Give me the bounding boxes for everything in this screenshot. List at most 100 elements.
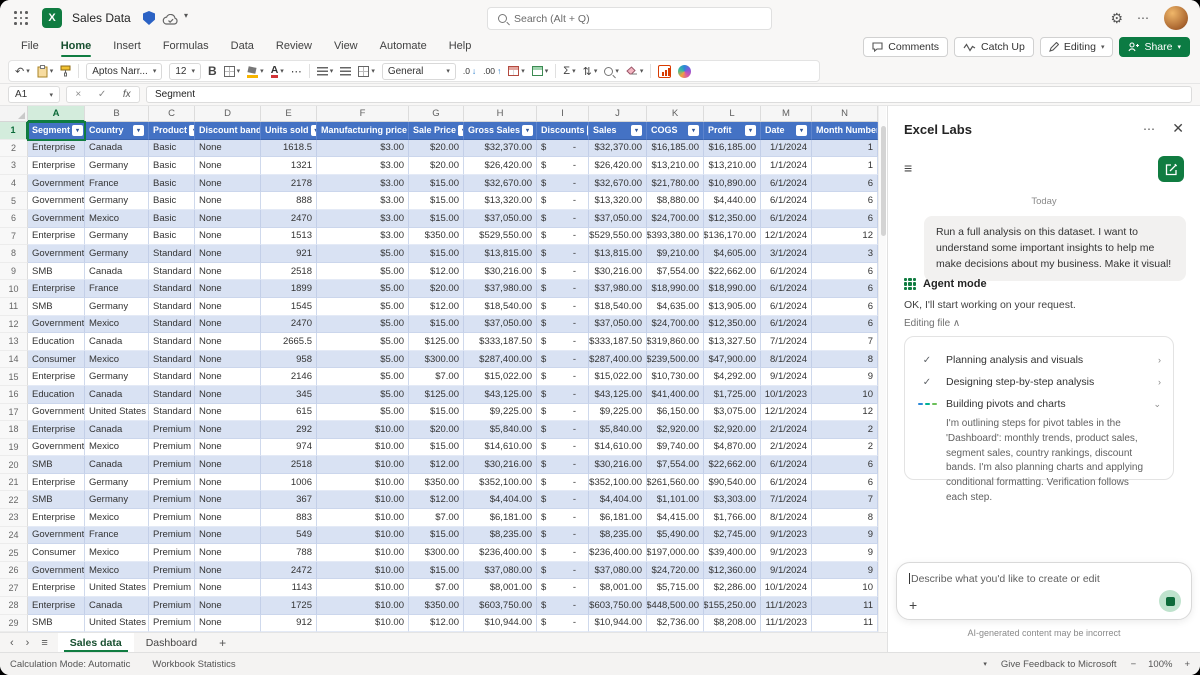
cell[interactable]: 2472: [261, 561, 317, 580]
title-chevron-icon[interactable]: ▾: [184, 11, 188, 20]
cell[interactable]: 12/1/2024: [761, 227, 812, 246]
cell[interactable]: Germany: [85, 297, 149, 316]
cell[interactable]: 912: [261, 614, 317, 632]
cell[interactable]: $15.00: [409, 209, 464, 228]
row-header-9[interactable]: 9: [0, 262, 28, 281]
cell[interactable]: $39,400.00: [704, 544, 761, 562]
cell[interactable]: $32,670.00: [589, 174, 647, 193]
cell[interactable]: $3,303.00: [704, 491, 761, 510]
cell[interactable]: Premium: [149, 438, 195, 457]
cell[interactable]: $18,990.00: [647, 280, 704, 298]
cell[interactable]: 7: [812, 491, 878, 510]
prev-sheet-icon[interactable]: ‹: [10, 637, 14, 649]
cell[interactable]: France: [85, 526, 149, 545]
cell[interactable]: Canada: [85, 597, 149, 615]
cell[interactable]: $15.00: [409, 526, 464, 545]
cell[interactable]: None: [195, 579, 261, 598]
cell[interactable]: Standard: [149, 315, 195, 334]
cell[interactable]: 6: [812, 315, 878, 334]
cell[interactable]: $236,400.00: [589, 544, 647, 562]
cell[interactable]: Government: [28, 192, 85, 210]
cell[interactable]: 6/1/2024: [761, 473, 812, 492]
cell[interactable]: $5,840.00: [589, 421, 647, 439]
cell[interactable]: $12.00: [409, 614, 464, 632]
undo-button[interactable]: ↶ ▾: [15, 65, 30, 78]
cell[interactable]: None: [195, 297, 261, 316]
cell[interactable]: None: [195, 227, 261, 246]
row-header-21[interactable]: 21: [0, 473, 28, 492]
cell[interactable]: $15.00: [409, 245, 464, 263]
cell[interactable]: $10.00: [317, 579, 409, 598]
filter-button[interactable]: ▾: [745, 124, 756, 136]
cell[interactable]: $10.00: [317, 597, 409, 615]
header-cell[interactable]: Sales ▾: [589, 122, 647, 140]
cell[interactable]: $9,740.00: [647, 438, 704, 457]
cell[interactable]: $529,550.00: [464, 227, 537, 246]
cell[interactable]: $ -: [537, 139, 589, 158]
cell[interactable]: Enterprise: [28, 473, 85, 492]
cell[interactable]: $ -: [537, 421, 589, 439]
cell[interactable]: $7.00: [409, 579, 464, 598]
cell[interactable]: $319,860.00: [647, 333, 704, 351]
cell[interactable]: SMB: [28, 491, 85, 510]
row-header-29[interactable]: 29: [0, 614, 28, 632]
cell[interactable]: $ -: [537, 333, 589, 351]
cell[interactable]: Basic: [149, 209, 195, 228]
cell[interactable]: 11: [812, 614, 878, 632]
cell[interactable]: 6: [812, 456, 878, 474]
cell[interactable]: Government: [28, 315, 85, 334]
row-header-17[interactable]: 17: [0, 403, 28, 422]
cell[interactable]: $603,750.00: [464, 597, 537, 615]
next-sheet-icon[interactable]: ›: [26, 637, 30, 649]
cell[interactable]: 292: [261, 421, 317, 439]
cell[interactable]: $12.00: [409, 262, 464, 281]
confirm-entry-icon[interactable]: ✓: [98, 89, 106, 100]
cell[interactable]: Premium: [149, 509, 195, 527]
zoom-level[interactable]: 100%: [1148, 659, 1172, 670]
cell[interactable]: 2/1/2024: [761, 438, 812, 457]
cell[interactable]: Consumer: [28, 350, 85, 369]
header-cell[interactable]: Discounts▾: [537, 122, 589, 140]
row-header-12[interactable]: 12: [0, 315, 28, 334]
cell[interactable]: $4,404.00: [464, 491, 537, 510]
cell[interactable]: $37,980.00: [464, 280, 537, 298]
cancel-entry-icon[interactable]: ×: [75, 89, 81, 100]
column-header-C[interactable]: C: [149, 106, 195, 122]
cell[interactable]: $10.00: [317, 544, 409, 562]
cell[interactable]: 921: [261, 245, 317, 263]
cell[interactable]: $20.00: [409, 157, 464, 175]
cell[interactable]: Germany: [85, 473, 149, 492]
cell[interactable]: 9/1/2023: [761, 526, 812, 545]
cell[interactable]: $24,700.00: [647, 209, 704, 228]
cell[interactable]: $ -: [537, 579, 589, 598]
cell[interactable]: 883: [261, 509, 317, 527]
cell[interactable]: None: [195, 491, 261, 510]
cell[interactable]: 7: [812, 333, 878, 351]
cell[interactable]: $21,780.00: [647, 174, 704, 193]
cell[interactable]: 549: [261, 526, 317, 545]
cell[interactable]: $32,370.00: [464, 139, 537, 158]
autosum-button[interactable]: Σ ▾: [563, 65, 575, 77]
cell[interactable]: 2/1/2024: [761, 421, 812, 439]
row-header-18[interactable]: 18: [0, 421, 28, 439]
share-button[interactable]: Share ▾: [1119, 37, 1190, 57]
cell[interactable]: $3.00: [317, 209, 409, 228]
cell[interactable]: Basic: [149, 192, 195, 210]
increase-decimal-button[interactable]: .00 ↑: [483, 66, 501, 76]
cell[interactable]: $5.00: [317, 368, 409, 386]
cell[interactable]: $10,730.00: [647, 368, 704, 386]
column-header-E[interactable]: E: [261, 106, 317, 122]
cell[interactable]: $ -: [537, 227, 589, 246]
cell[interactable]: $4,404.00: [589, 491, 647, 510]
cell[interactable]: $15.00: [409, 315, 464, 334]
row-header-7[interactable]: 7: [0, 227, 28, 246]
cell[interactable]: $155,250.00: [704, 597, 761, 615]
cell[interactable]: $448,500.00: [647, 597, 704, 615]
cell[interactable]: $ -: [537, 209, 589, 228]
cell[interactable]: 7/1/2024: [761, 491, 812, 510]
cell[interactable]: 10/1/2023: [761, 385, 812, 404]
cell[interactable]: $2,920.00: [647, 421, 704, 439]
chat-input[interactable]: Describe what you'd like to create or ed…: [896, 562, 1192, 620]
cell[interactable]: 6/1/2024: [761, 280, 812, 298]
cell[interactable]: Basic: [149, 139, 195, 158]
